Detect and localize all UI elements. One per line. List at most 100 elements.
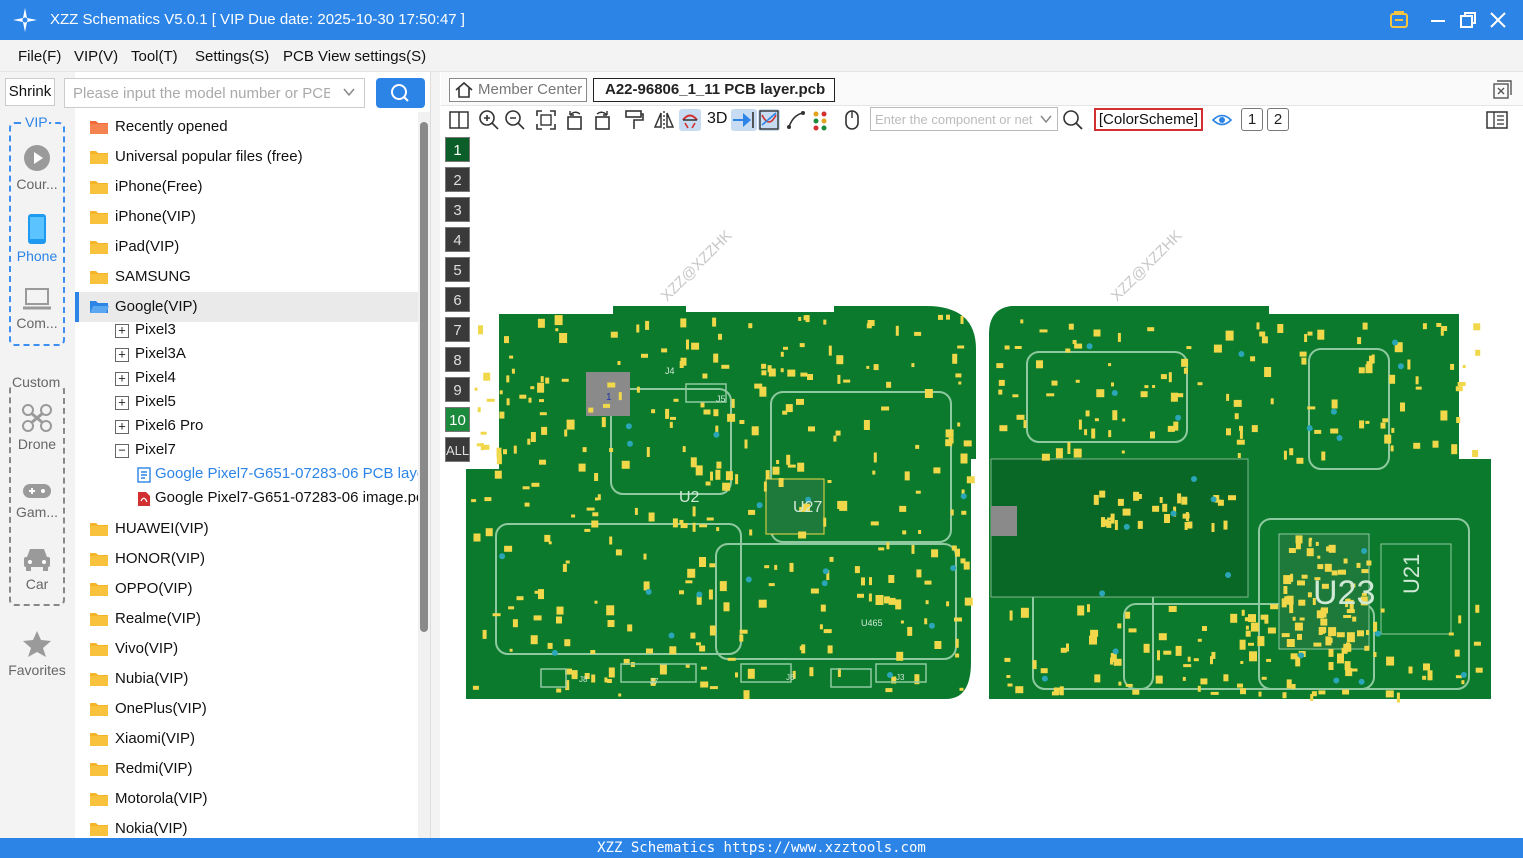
mirror-icon[interactable] [653, 109, 675, 131]
layer-button-4[interactable]: 4 [445, 227, 470, 252]
pcb-designator-label[interactable]: U23 [1313, 574, 1375, 612]
tree-folder[interactable]: SAMSUNG [75, 262, 420, 292]
menu-file[interactable]: File(F) [18, 48, 61, 65]
search-button[interactable] [376, 78, 425, 108]
layer-view-1-button[interactable]: 1 [1241, 108, 1263, 131]
tree-model-item[interactable]: − Pixel7 [75, 439, 420, 463]
chevron-down-icon[interactable] [342, 85, 356, 99]
model-search-input[interactable] [65, 79, 330, 107]
component-search-input[interactable] [871, 108, 1036, 130]
close-all-tabs-icon[interactable] [1492, 80, 1512, 100]
menu-tool[interactable]: Tool(T) [131, 48, 178, 65]
tree-scrollbar[interactable] [418, 112, 430, 838]
rail-item-favorites[interactable]: Favorites [2, 630, 72, 678]
chevron-down-icon[interactable] [1039, 112, 1053, 126]
eye-icon[interactable] [1211, 109, 1233, 131]
layer-button-7[interactable]: 7 [445, 317, 470, 342]
tree-folder[interactable]: OnePlus(VIP) [75, 694, 420, 724]
rotate-right-icon[interactable] [591, 109, 613, 131]
pcb-designator-label[interactable]: J7 [650, 677, 659, 686]
menu-vip[interactable]: VIP(V) [74, 48, 118, 65]
menu-settings[interactable]: Settings(S) [195, 48, 269, 65]
tree-file-pcb[interactable]: Google Pixel7-G651-07283-06 PCB layer.pc… [75, 463, 420, 487]
rail-item-game[interactable]: Gam... [6, 482, 68, 520]
trace-icon[interactable] [785, 109, 807, 131]
expand-toggle-icon[interactable]: + [115, 348, 129, 362]
format-paint-icon[interactable] [623, 109, 645, 131]
tree-folder[interactable]: Xiaomi(VIP) [75, 724, 420, 754]
zoom-out-icon[interactable] [504, 109, 526, 131]
vip-badge-icon[interactable] [1387, 8, 1411, 32]
model-search-field[interactable] [64, 78, 365, 108]
layer-button-3[interactable]: 3 [445, 197, 470, 222]
tree-folder[interactable]: HUAWEI(VIP) [75, 514, 420, 544]
expand-toggle-icon[interactable]: + [115, 396, 129, 410]
tree-folder[interactable]: Google(VIP) [75, 292, 420, 322]
component-search-icon[interactable] [1062, 109, 1084, 131]
tree-folder[interactable]: Redmi(VIP) [75, 754, 420, 784]
tree-model-item[interactable]: + Pixel3 [75, 319, 420, 343]
net-highlight-icon[interactable] [758, 109, 780, 131]
pcb-canvas[interactable]: U23 U21 U27 U2 J5 J4 J8 J7 J6 J3 U465 1 XZZ@XZZHK X… [441, 134, 1523, 838]
tree-folder[interactable]: Universal popular files (free) [75, 142, 420, 172]
rail-item-phone[interactable]: Phone [6, 214, 68, 264]
tree-model-item[interactable]: + Pixel3A [75, 343, 420, 367]
layer-button-5[interactable]: 5 [445, 257, 470, 282]
layer-button-6[interactable]: 6 [445, 287, 470, 312]
pcb-board-view[interactable]: U23 U21 U27 U2 J5 J4 J8 J7 J6 J3 U465 1 XZZ@XZZHK X… [441, 134, 1523, 838]
tree-model-item[interactable]: + Pixel6 Pro [75, 415, 420, 439]
expand-toggle-icon[interactable]: + [115, 372, 129, 386]
component-search-field[interactable] [870, 107, 1058, 131]
layer-button-2[interactable]: 2 [445, 167, 470, 192]
tab-open-file[interactable]: A22-96806_1_11 PCB layer.pcb [593, 78, 835, 102]
fit-screen-icon[interactable] [535, 109, 557, 131]
tree-folder[interactable]: Vivo(VIP) [75, 634, 420, 664]
shrink-button[interactable]: Shrink [5, 78, 55, 106]
pcb-designator-label[interactable]: 1 [606, 392, 612, 403]
rotate-left-icon[interactable] [564, 109, 586, 131]
rail-item-computer[interactable]: Com... [6, 287, 68, 331]
expand-toggle-icon[interactable]: + [115, 324, 129, 338]
close-icon[interactable] [1486, 8, 1510, 32]
layer-view-2-button[interactable]: 2 [1267, 108, 1289, 131]
panel-divider[interactable] [430, 72, 440, 838]
pcb-designator-label[interactable]: U465 [861, 618, 883, 628]
pin-arrow-icon[interactable] [731, 109, 757, 131]
expand-toggle-icon[interactable]: + [115, 420, 129, 434]
layer-button-8[interactable]: 8 [445, 347, 470, 372]
tree-folder[interactable]: iPhone(VIP) [75, 202, 420, 232]
pcb-designator-label[interactable]: J3 [896, 673, 905, 682]
zoom-in-icon[interactable] [478, 109, 500, 131]
menu-pcb-view-settings[interactable]: PCB View settings(S) [283, 48, 426, 65]
layer-button-all[interactable]: ALL [445, 437, 470, 462]
minimize-icon[interactable] [1426, 8, 1450, 32]
probe-icon[interactable] [679, 109, 701, 131]
pcb-designator-label[interactable]: J4 [665, 366, 675, 376]
pcb-designator-label[interactable]: U2 [679, 489, 700, 506]
dots-icon[interactable] [811, 109, 833, 131]
pcb-designator-label[interactable]: U27 [793, 499, 822, 516]
tree-folder[interactable]: Motorola(VIP) [75, 784, 420, 814]
pcb-designator-label[interactable]: U21 [1399, 554, 1424, 594]
mouse-icon[interactable] [841, 109, 863, 131]
layer-button-1[interactable]: 1 [445, 137, 470, 162]
pcb-designator-label[interactable]: J8 [579, 675, 588, 684]
tree-folder[interactable]: HONOR(VIP) [75, 544, 420, 574]
tree-folder[interactable]: iPhone(Free) [75, 172, 420, 202]
tree-folder[interactable]: iPad(VIP) [75, 232, 420, 262]
pcb-designator-label[interactable]: J6 [786, 673, 795, 682]
side-panel-icon[interactable] [1485, 109, 1509, 131]
color-scheme-button[interactable]: [ColorScheme] [1094, 108, 1203, 131]
expand-toggle-icon[interactable]: − [115, 444, 129, 458]
3d-view-button[interactable]: 3D [707, 110, 727, 128]
tree-folder[interactable]: Nubia(VIP) [75, 664, 420, 694]
tree-model-item[interactable]: + Pixel5 [75, 391, 420, 415]
layer-button-10[interactable]: 10 [445, 407, 470, 432]
tree-file-pdf[interactable]: Google Pixel7-G651-07283-06 image.pdf [75, 487, 420, 511]
restore-icon[interactable] [1456, 8, 1480, 32]
split-view-icon[interactable] [448, 109, 470, 131]
rail-item-car[interactable]: Car [6, 546, 68, 592]
pcb-designator-label[interactable]: J5 [716, 394, 726, 404]
rail-item-drone[interactable]: Drone [6, 404, 68, 452]
tree-folder[interactable]: OPPO(VIP) [75, 574, 420, 604]
